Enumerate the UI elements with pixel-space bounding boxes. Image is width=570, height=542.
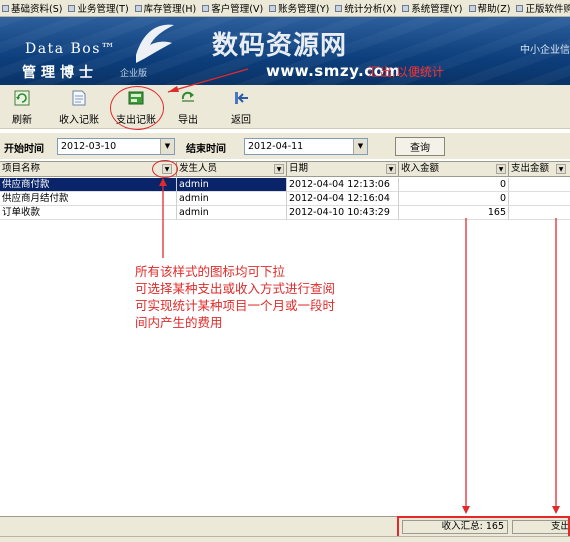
start-date-picker[interactable]: 2012-03-10 ▼ <box>57 138 175 155</box>
cell-person: admin <box>177 178 287 192</box>
chevron-down-icon[interactable]: ▼ <box>274 164 284 174</box>
brand-name-cn: 管理博士 <box>22 65 98 81</box>
menu-icon <box>2 4 9 12</box>
menu-icon <box>402 4 410 12</box>
start-date-label: 开始时间 <box>4 144 44 155</box>
status-bar <box>0 536 570 542</box>
menu-item-business[interactable]: 业务管理(T) <box>66 0 132 16</box>
annotation-line: 所有该样式的图标均可下拉 <box>135 264 286 279</box>
menu-item-help[interactable]: 帮助(Z) <box>467 0 515 16</box>
cell-item: 供应商月结付款 <box>0 192 177 206</box>
table-row[interactable]: 供应商月结付款 admin 2012-04-04 12:16:04 0 <box>0 192 570 206</box>
chevron-down-icon[interactable]: ▼ <box>496 164 506 174</box>
toolbar: 刷新 收入记账 支出记账 导出 返回 <box>0 85 570 129</box>
menu-icon <box>134 4 142 12</box>
cell-date: 2012-04-04 12:13:06 <box>287 178 399 192</box>
menu-icon <box>335 4 343 12</box>
menu-item-purchase[interactable]: 正版软件购买 <box>514 0 570 16</box>
income-record-icon <box>72 90 86 106</box>
chevron-down-icon[interactable]: ▼ <box>353 139 367 154</box>
export-icon <box>181 91 194 102</box>
banner-annotation: 汇出,以便统计 <box>368 65 444 79</box>
menu-bar: 基础资料(S) 业务管理(T) 库存管理(H) 客户管理(V) 账务管理(Y) … <box>0 0 570 17</box>
brand-name-en: Data Bos™ <box>25 41 117 57</box>
menu-item-statistics[interactable]: 统计分析(X) <box>333 0 400 16</box>
cell-person: admin <box>177 192 287 206</box>
end-date-label: 结束时间 <box>186 144 226 155</box>
menu-icon <box>269 4 277 12</box>
menu-item-customer[interactable]: 客户管理(V) <box>200 0 267 16</box>
export-button[interactable]: 导出 <box>162 89 214 127</box>
export-label: 导出 <box>178 115 198 126</box>
annotation-circle-expense <box>110 86 164 130</box>
watermark-logo-icon <box>136 24 174 63</box>
cell-income: 0 <box>399 192 509 206</box>
column-header-date[interactable]: 日期 <box>287 162 399 177</box>
query-button[interactable]: 查询 <box>395 137 445 156</box>
annotation-box-summary <box>397 516 570 538</box>
table-row[interactable]: 订单收款 admin 2012-04-10 10:43:29 165 <box>0 206 570 220</box>
refresh-button[interactable]: 刷新 <box>0 89 48 127</box>
back-label: 返回 <box>231 115 251 126</box>
annotation-line: 间内产生的费用 <box>135 315 223 330</box>
menu-item-system[interactable]: 系统管理(Y) <box>400 0 466 16</box>
cell-person: admin <box>177 206 287 220</box>
chevron-down-icon[interactable]: ▼ <box>160 139 174 154</box>
menu-icon <box>68 4 76 12</box>
app-banner: Data Bos™ 管理博士 企业版 中小企业信 数码资源网 www.smzy.… <box>0 17 570 85</box>
cell-expense <box>509 192 570 206</box>
date-filter-bar: 开始时间 2012-03-10 ▼ 结束时间 2012-04-11 ▼ 查询 <box>0 133 570 159</box>
cell-item: 供应商付款 <box>0 178 177 192</box>
banner-right-text: 中小企业信 <box>520 45 570 56</box>
cell-expense <box>509 178 570 192</box>
back-button[interactable]: 返回 <box>215 89 267 127</box>
chevron-down-icon[interactable]: ▼ <box>386 164 396 174</box>
column-header-income[interactable]: 收入金额 <box>399 162 509 177</box>
end-date-value: 2012-04-11 <box>248 141 304 152</box>
end-date-picker[interactable]: 2012-04-11 ▼ <box>244 138 368 155</box>
income-record-label: 收入记账 <box>59 115 99 126</box>
cell-date: 2012-04-10 10:43:29 <box>287 206 399 220</box>
menu-item-accounts[interactable]: 账务管理(Y) <box>267 0 333 16</box>
back-icon <box>235 92 248 104</box>
records-grid: 项目名称 ▼ 发生人员 ▼ 日期 ▼ 收入金额 ▼ 支出金额 ▼ 供应商付款 a… <box>0 161 570 516</box>
cell-income: 0 <box>399 178 509 192</box>
annotation-text: 所有该样式的图标均可下拉 可选择某种支出或收入方式进行查阅 可实现统计某种项目一… <box>135 263 335 331</box>
watermark-title: 数码资源网 <box>212 31 348 61</box>
cell-date: 2012-04-04 12:16:04 <box>287 192 399 206</box>
annotation-line: 可实现统计某种项目一个月或一段时 <box>135 298 336 313</box>
menu-item-inventory[interactable]: 库存管理(H) <box>133 0 201 16</box>
column-header-item[interactable]: 项目名称 <box>0 162 177 177</box>
column-header-person[interactable]: 发生人员 <box>177 162 287 177</box>
annotation-line: 可选择某种支出或收入方式进行查阅 <box>135 281 336 296</box>
menu-icon <box>468 4 476 12</box>
chevron-down-icon[interactable]: ▼ <box>556 164 566 174</box>
income-record-button[interactable]: 收入记账 <box>53 89 105 127</box>
brand-edition: 企业版 <box>120 69 148 79</box>
refresh-label: 刷新 <box>12 115 32 126</box>
menu-item-basic-data[interactable]: 基础资料(S) <box>0 0 66 16</box>
grid-header: 项目名称 ▼ 发生人员 ▼ 日期 ▼ 收入金额 ▼ 支出金额 ▼ <box>0 162 570 177</box>
annotation-circle-dropdown <box>152 160 178 178</box>
menu-icon <box>202 4 210 12</box>
start-date-value: 2012-03-10 <box>61 141 117 152</box>
cell-income: 165 <box>399 206 509 220</box>
cell-item: 订单收款 <box>0 206 177 220</box>
menu-icon <box>516 4 524 12</box>
refresh-icon <box>14 90 30 106</box>
cell-expense <box>509 206 570 220</box>
table-row[interactable]: 供应商付款 admin 2012-04-04 12:13:06 0 <box>0 178 570 192</box>
